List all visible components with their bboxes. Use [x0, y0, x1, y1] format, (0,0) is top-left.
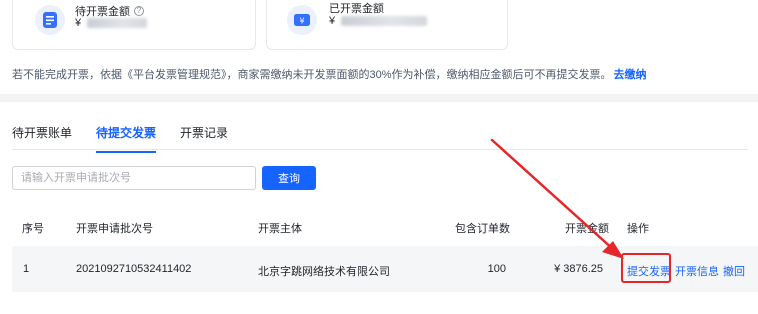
issued-amount-value-redacted: [341, 16, 428, 26]
svg-text:¥: ¥: [299, 17, 304, 26]
compensation-notice: 若不能完成开票，依据《平台发票管理规范》，商家需缴纳未开发票面额的30%作为补偿…: [12, 66, 647, 82]
header-actions: 操作: [627, 223, 649, 235]
row-entity: 北京字跳网络技术有限公司: [258, 266, 390, 278]
row-amount: ¥ 3876.25: [554, 263, 603, 275]
notice-text: 若不能完成开票，依据《平台发票管理规范》，商家需缴纳未开发票面额的30%作为补偿…: [12, 69, 612, 81]
withdraw-link[interactable]: 撤回: [723, 263, 745, 279]
pending-amount-value-redacted: [87, 18, 148, 28]
invoice-info-link[interactable]: 开票信息: [675, 263, 719, 279]
pending-amount-card: 待开票金额 ? ¥: [12, 0, 256, 50]
section-divider: [0, 94, 758, 102]
yuan-bill-icon: ¥: [287, 5, 317, 35]
header-entity: 开票主体: [258, 223, 302, 235]
tabs-divider: [12, 149, 748, 150]
invoice-document-icon: [35, 5, 65, 35]
annotation-highlight-box: [621, 253, 671, 283]
header-order-count: 包含订单数: [455, 223, 510, 235]
issued-amount-card: ¥ 已开票金额 ¥: [266, 0, 508, 50]
query-button[interactable]: 查询: [262, 166, 316, 190]
header-index: 序号: [22, 223, 44, 235]
header-batch-no: 开票申请批次号: [76, 223, 153, 235]
row-order-count: 100: [487, 263, 506, 275]
issued-amount-label: 已开票金额: [329, 3, 384, 15]
row-index: 1: [23, 263, 30, 275]
question-circle-icon[interactable]: ?: [134, 6, 144, 16]
pay-link[interactable]: 去缴纳: [614, 69, 647, 81]
row-batch-no: 2021092710532411402: [76, 263, 192, 275]
table-header: 序号 开票申请批次号 开票主体 包含订单数 开票金额 操作: [12, 212, 758, 242]
table-row: 1 2021092710532411402 北京字跳网络技术有限公司 100 ¥…: [12, 246, 758, 292]
pending-amount-currency: ¥: [75, 17, 82, 29]
header-amount: 开票金额: [565, 223, 609, 235]
issued-amount-currency: ¥: [329, 15, 336, 27]
batch-number-search-input[interactable]: [12, 166, 256, 190]
